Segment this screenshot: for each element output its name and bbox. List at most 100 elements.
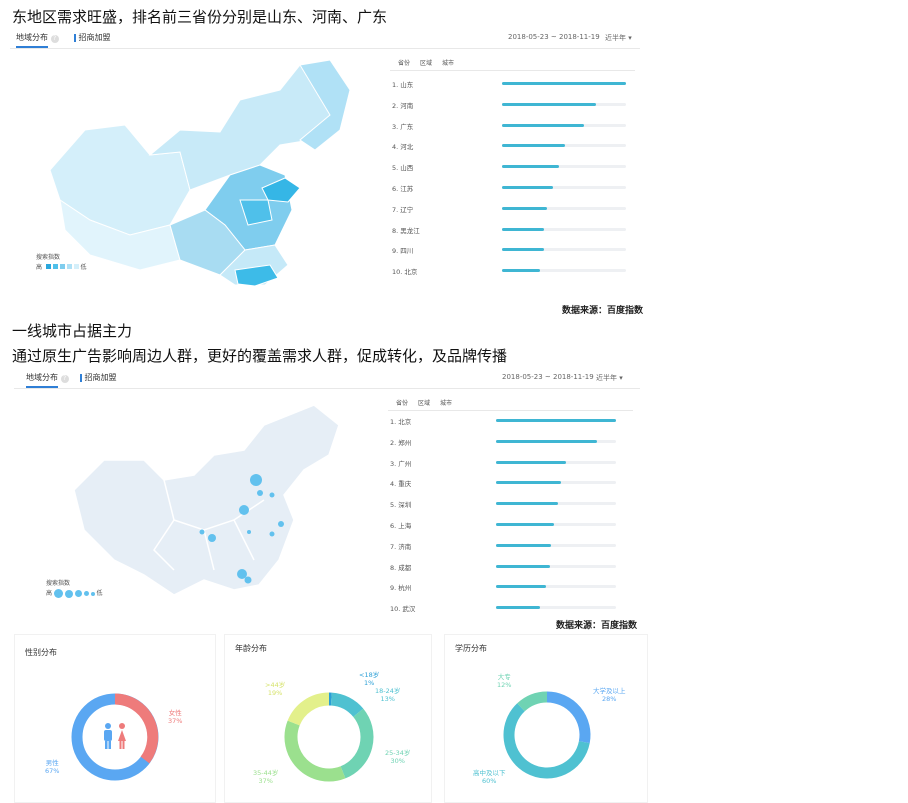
china-heat-map[interactable]	[30, 60, 370, 290]
legend-high-label: 高	[46, 590, 52, 597]
edu-segment-1[interactable]	[509, 707, 584, 773]
ranking-bar-track	[496, 585, 616, 588]
legend-low-label: 低	[97, 590, 103, 597]
ranking-row[interactable]: 10. 武汉	[390, 603, 616, 617]
region-panel-provinces: 地域分布 ? 招商加盟 2018-05-23 ~ 2018-11-19 近半年 …	[10, 26, 640, 294]
legend-low-label: 低	[81, 264, 87, 271]
female-segment	[115, 699, 153, 760]
ranking-label: 10. 武汉	[390, 603, 415, 613]
ranking-row[interactable]: 7. 辽宁	[392, 204, 626, 218]
city-bubble-shenzhen	[245, 577, 252, 584]
edu-segment-0[interactable]	[547, 697, 585, 742]
ranking-bar-track	[496, 565, 616, 568]
age-label: <18岁	[359, 671, 379, 679]
edu-label: 高中及以下	[473, 769, 506, 777]
age-label: 35-44岁	[253, 769, 278, 777]
age-label: >44岁	[265, 681, 285, 689]
ranking-row[interactable]: 7. 济南	[390, 541, 616, 555]
tab-franchise[interactable]: 招商加盟	[74, 32, 111, 43]
age-segment-2[interactable]	[343, 713, 367, 773]
ranking-bar-track	[496, 502, 616, 505]
gender-donut-chart[interactable]	[65, 681, 165, 791]
ranking-label: 3. 广东	[392, 121, 413, 131]
map-outline	[74, 405, 339, 595]
tab-franchise[interactable]: 招商加盟	[80, 372, 117, 383]
age-pct: 19%	[265, 689, 285, 697]
china-city-bubble-map[interactable]	[64, 400, 344, 605]
ranking-bar-track	[496, 544, 616, 547]
ranking-bar-fill	[502, 82, 626, 85]
ranking-row[interactable]: 4. 重庆	[390, 478, 616, 492]
ranking-bar-track	[502, 82, 626, 85]
male-label: 男性	[45, 759, 59, 767]
edu-segment-2[interactable]	[521, 697, 547, 707]
age-segment-4[interactable]	[294, 699, 329, 723]
female-pct: 37%	[168, 717, 182, 725]
ranking-row[interactable]: 9. 四川	[392, 245, 626, 259]
date-range[interactable]: 2018-05-23 ~ 2018-11-19	[502, 373, 594, 381]
ranking-row[interactable]: 6. 江苏	[392, 183, 626, 197]
ranking-row[interactable]: 4. 河北	[392, 141, 626, 155]
ranking-label: 5. 深圳	[390, 499, 411, 509]
column-province[interactable]: 省份	[396, 398, 408, 407]
ranking-row[interactable]: 10. 北京	[392, 266, 626, 280]
ranking-bar-fill	[496, 585, 546, 588]
column-province[interactable]: 省份	[398, 58, 410, 67]
ranking-label: 8. 黑龙江	[392, 225, 420, 235]
age-segment-3[interactable]	[291, 723, 343, 775]
column-city[interactable]: 城市	[440, 398, 452, 407]
ranking-bar-track	[502, 165, 626, 168]
ranking-bar-track	[502, 144, 626, 147]
age-annotation-35-44: 35-44岁 37%	[253, 769, 278, 785]
legend-swatch	[67, 264, 72, 269]
column-city[interactable]: 城市	[442, 58, 454, 67]
column-region[interactable]: 区域	[420, 58, 432, 67]
city-bubble-jinan	[270, 493, 275, 498]
period-select[interactable]: 近半年 ▾	[596, 373, 623, 383]
date-range[interactable]: 2018-05-23 ~ 2018-11-19	[508, 33, 600, 41]
chevron-down-icon: ▾	[628, 34, 632, 42]
ranking-bar-fill	[502, 124, 584, 127]
ranking-bar-fill	[502, 144, 565, 147]
column-region[interactable]: 区域	[418, 398, 430, 407]
male-pct: 67%	[45, 767, 59, 775]
ranking-bar-fill	[496, 440, 597, 443]
ranking-row[interactable]: 3. 广州	[390, 458, 616, 472]
legend-bubble	[65, 590, 73, 598]
help-icon[interactable]: ?	[51, 35, 59, 43]
ranking-row[interactable]: 1. 北京	[390, 416, 616, 430]
age-segment-1[interactable]	[331, 699, 358, 713]
help-icon[interactable]: ?	[61, 375, 69, 383]
ranking-row[interactable]: 8. 成都	[390, 562, 616, 576]
male-annotation: 男性 67%	[45, 759, 59, 775]
ranking-row[interactable]: 6. 上海	[390, 520, 616, 534]
ranking-label: 1. 北京	[390, 416, 411, 426]
legend-swatch	[74, 264, 79, 269]
edu-pct: 60%	[473, 777, 506, 785]
map-legend-title: 搜索指数	[46, 578, 70, 587]
tab-region-distribution[interactable]: 地域分布 ?	[26, 372, 69, 383]
ranking-row[interactable]: 2. 郑州	[390, 437, 616, 451]
ranking-bar-fill	[502, 228, 544, 231]
ranking-bar-fill	[496, 481, 561, 484]
ranking-bar-track	[496, 440, 616, 443]
legend-swatch	[60, 264, 65, 269]
education-donut-chart[interactable]	[497, 675, 597, 785]
ranking-row[interactable]: 9. 杭州	[390, 582, 616, 596]
ranking-bar-track	[496, 419, 616, 422]
legend-bubble	[75, 590, 82, 597]
ranking-row[interactable]: 5. 深圳	[390, 499, 616, 513]
ranking-row[interactable]: 2. 河南	[392, 100, 626, 114]
period-select[interactable]: 近半年 ▾	[605, 33, 632, 43]
card-title: 性别分布	[25, 647, 57, 658]
age-donut-chart[interactable]	[279, 679, 379, 789]
ranking-row[interactable]: 3. 广东	[392, 121, 626, 135]
ranking-label: 9. 四川	[392, 245, 413, 255]
tab-region-distribution[interactable]: 地域分布 ?	[16, 32, 59, 43]
ranking-row[interactable]: 1. 山东	[392, 79, 626, 93]
ranking-label: 5. 山西	[392, 162, 413, 172]
ranking-bar-track	[496, 461, 616, 464]
ranking-row[interactable]: 5. 山西	[392, 162, 626, 176]
section1-heading: 东地区需求旺盛，排名前三省份分别是山东、河南、广东	[12, 6, 387, 27]
ranking-row[interactable]: 8. 黑龙江	[392, 225, 626, 239]
